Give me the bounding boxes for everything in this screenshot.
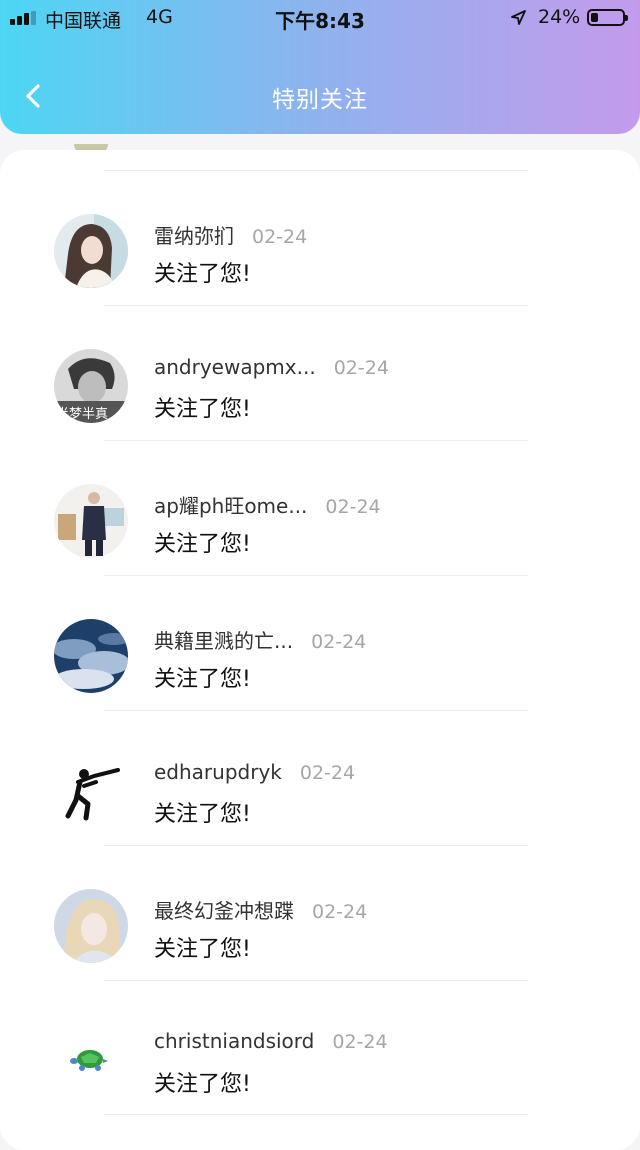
follow-message: 关注了您! <box>154 937 251 962</box>
battery-percent: 24% <box>538 6 581 28</box>
avatar[interactable]: 半梦半真 <box>54 349 128 423</box>
battery-icon <box>587 9 628 26</box>
follow-message: 关注了您! <box>154 262 251 287</box>
divider <box>104 980 528 981</box>
avatar[interactable] <box>54 754 128 828</box>
user-name[interactable]: 最终幻釜冲想蹀 <box>154 899 294 923</box>
follow-message: 关注了您! <box>154 802 251 827</box>
divider <box>104 1114 528 1115</box>
status-bar: 中国联通 4G 下午8:43 24% <box>0 0 640 36</box>
follow-date: 02-24 <box>325 496 381 518</box>
divider <box>104 710 528 711</box>
header-bar: 中国联通 4G 下午8:43 24% 特别关注 <box>0 0 640 134</box>
turtle-icon <box>54 1023 128 1097</box>
user-name[interactable]: christniandsiord <box>154 1029 314 1053</box>
shooting-icon <box>54 754 128 828</box>
follow-list: 雷纳弥扪 02-24 关注了您! 半梦半真 andryewapmx... 02-24… <box>0 150 640 1150</box>
location-arrow-icon <box>511 10 526 25</box>
follow-message: 关注了您! <box>154 1072 251 1097</box>
user-name[interactable]: edharupdryk <box>154 760 282 784</box>
follow-message: 关注了您! <box>154 667 251 692</box>
follow-message: 关注了您! <box>154 532 251 557</box>
avatar-caption: 半梦半真 <box>56 407 108 422</box>
divider <box>104 575 528 576</box>
divider <box>104 845 528 846</box>
avatar[interactable] <box>54 619 128 693</box>
user-name[interactable]: 典籍里溅的亡... <box>154 629 293 653</box>
avatar[interactable] <box>54 889 128 963</box>
follow-message: 关注了您! <box>154 397 251 422</box>
follow-date: 02-24 <box>332 1031 388 1053</box>
battery-fill <box>591 13 598 22</box>
user-name[interactable]: andryewapmx... <box>154 355 316 379</box>
user-name[interactable]: 雷纳弥扪 <box>154 224 234 248</box>
divider <box>104 305 528 306</box>
follow-date: 02-24 <box>311 631 367 653</box>
page-title: 特别关注 <box>272 87 368 113</box>
user-name[interactable]: ap耀ph旺ome... <box>154 494 307 518</box>
avatar[interactable] <box>54 214 128 288</box>
follow-date: 02-24 <box>299 762 356 784</box>
divider <box>104 440 528 441</box>
follow-date: 02-24 <box>333 357 389 379</box>
avatar[interactable] <box>54 484 128 558</box>
follow-date: 02-24 <box>312 901 368 923</box>
avatar[interactable] <box>54 1023 128 1097</box>
divider <box>104 170 528 171</box>
follow-date: 02-24 <box>252 226 308 248</box>
